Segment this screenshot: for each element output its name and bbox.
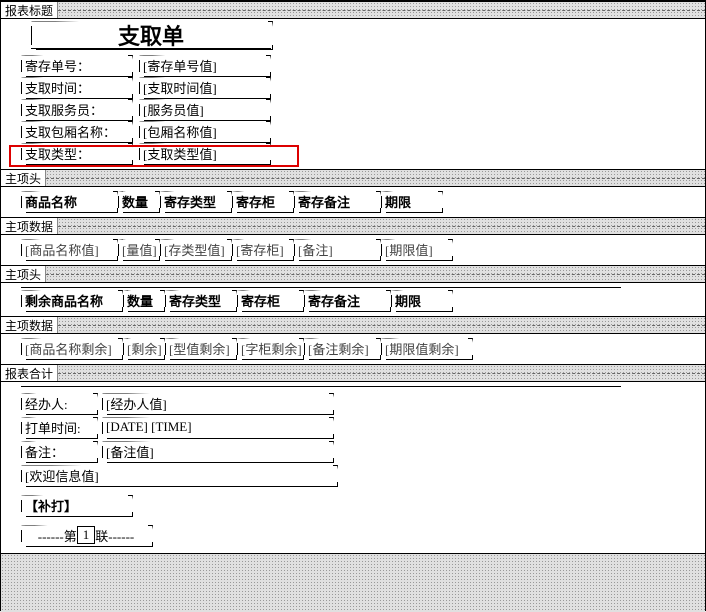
cell-qty[interactable]: [量值] xyxy=(118,239,158,259)
value-deposit-no[interactable]: [寄存单号值] xyxy=(139,55,269,75)
label-staff: 支取服务员： xyxy=(21,99,131,119)
report-header-area: 支取单 寄存单号： [寄存单号值] 支取时间： [支取时间值] 支取服务员： [… xyxy=(1,19,705,169)
label-print-time: 打单时间: xyxy=(21,417,96,437)
col2-qty: 数量 xyxy=(123,290,163,310)
cell-type[interactable]: [存类型值] xyxy=(160,239,230,259)
page-suffix: 联------ xyxy=(95,526,134,545)
col2-limit: 期限 xyxy=(391,290,451,310)
col2-name: 剩余商品名称 xyxy=(21,290,121,310)
col2-remark: 寄存备注 xyxy=(304,290,389,310)
col-type: 寄存类型 xyxy=(160,191,230,211)
col2-cabinet: 寄存柜 xyxy=(237,290,302,310)
cell-cabinet[interactable]: [寄存柜] xyxy=(232,239,292,259)
page-prefix: ------第 xyxy=(38,526,77,545)
cell2-name[interactable]: [商品名称剩余] xyxy=(21,338,121,358)
cell2-type[interactable]: [型值剩余] xyxy=(165,338,235,358)
value-type[interactable]: [支取类型值] xyxy=(139,143,269,163)
col-limit: 期限 xyxy=(381,191,441,211)
band-footer: 报表合计 xyxy=(1,365,58,381)
value-staff[interactable]: [服务员值] xyxy=(139,99,269,119)
reprint-tag: 【补打】 xyxy=(21,495,131,515)
col-name: 商品名称 xyxy=(21,191,116,211)
cell-name[interactable]: [商品名称值] xyxy=(21,239,116,259)
band-report-title: 报表标题 xyxy=(1,2,58,18)
col-remark: 寄存备注 xyxy=(294,191,379,211)
cell2-cabinet[interactable]: [字柜剩余] xyxy=(237,338,302,358)
label-deposit-no: 寄存单号： xyxy=(21,55,131,75)
band-header-1: 主项头 xyxy=(1,170,46,186)
label-type: 支取类型： xyxy=(21,143,131,163)
page-indicator: ------第 1 联------ xyxy=(21,525,151,545)
value-withdraw-time[interactable]: [支取时间值] xyxy=(139,77,269,97)
page-number: 1 xyxy=(77,526,96,544)
value-box[interactable]: [包厢名称值] xyxy=(139,121,269,141)
label-box: 支取包厢名称： xyxy=(21,121,131,141)
band-header-2: 主项头 xyxy=(1,266,46,282)
col-qty: 数量 xyxy=(118,191,158,211)
value-footer-remark[interactable]: [备注值] xyxy=(102,441,332,461)
bottom-dead-area xyxy=(1,553,705,612)
cell-remark[interactable]: [备注] xyxy=(294,239,379,259)
label-footer-remark: 备注： xyxy=(21,441,96,461)
value-welcome[interactable]: [欢迎信息值] xyxy=(21,465,336,485)
band-detail-1: 主项数据 xyxy=(1,218,58,234)
col2-type: 寄存类型 xyxy=(165,290,235,310)
col-cabinet: 寄存柜 xyxy=(232,191,292,211)
cell-limit[interactable]: [期限值] xyxy=(381,239,451,259)
report-title: 支取单 xyxy=(31,21,271,49)
value-print-time[interactable]: [DATE] [TIME] xyxy=(102,417,332,437)
band-detail-2: 主项数据 xyxy=(1,317,58,333)
label-operator: 经办人: xyxy=(21,393,96,413)
cell2-remark[interactable]: [备注剩余] xyxy=(304,338,379,358)
cell2-qty[interactable]: [剩余] xyxy=(123,338,163,358)
value-operator[interactable]: [经办人值] xyxy=(102,393,332,413)
cell2-limit[interactable]: [期限值剩余] xyxy=(381,338,471,358)
label-withdraw-time: 支取时间： xyxy=(21,77,131,97)
